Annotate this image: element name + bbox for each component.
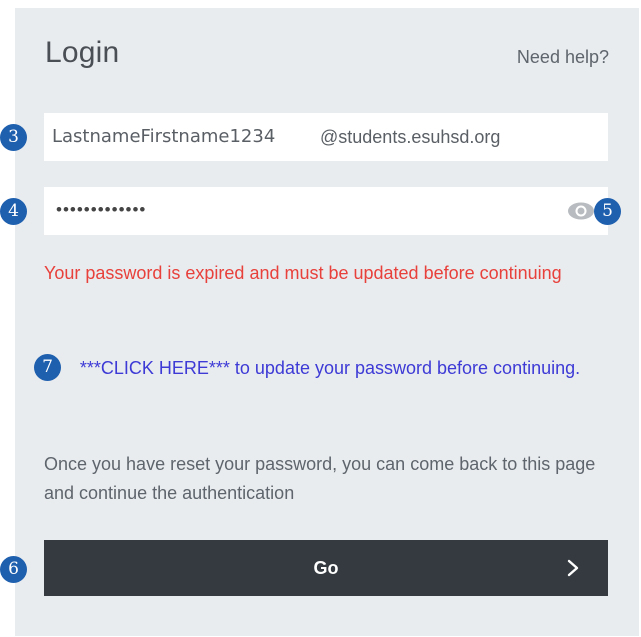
eye-icon[interactable] [567,199,595,223]
reset-info-text: Once you have reset your password, you c… [44,454,596,503]
password-masked-value: ••••••••••••• [56,200,147,219]
step-marker-eye-toggle: 5 [594,198,621,225]
go-button-label: Go [313,558,339,578]
step-marker-go-button: 6 [0,556,27,583]
go-button[interactable]: Go [44,540,608,596]
password-expired-error: Your password is expired and must be upd… [44,263,562,283]
need-help-link[interactable]: Need help? [517,46,609,68]
email-domain-suffix: @students.esuhsd.org [320,127,501,147]
chevron-right-icon [567,559,579,577]
step-marker-password: 4 [0,198,27,225]
page-title: Login [45,36,120,69]
step-marker-email: 3 [0,124,27,151]
update-password-link[interactable]: ***CLICK HERE*** to update your password… [60,354,600,383]
password-field[interactable]: ••••••••••••• [44,187,608,235]
email-username-value: LastnameFirstname1234 [52,126,276,147]
step-marker-update-link: 7 [34,354,61,381]
email-field[interactable]: LastnameFirstname1234 @students.esuhsd.o… [44,113,608,161]
